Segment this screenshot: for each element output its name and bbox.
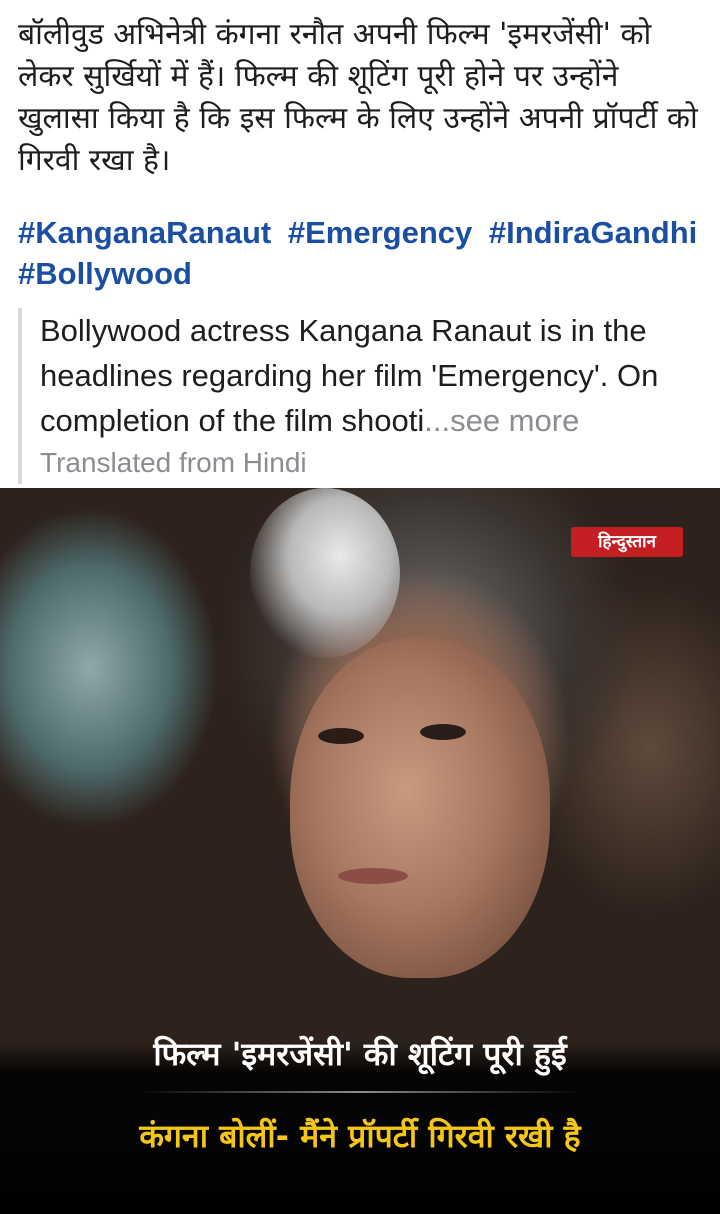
photo-lips: [338, 868, 408, 884]
hashtag-kangana-ranaut[interactable]: #KanganaRanaut: [18, 215, 271, 250]
photo-caption-line1: फिल्म 'इमरजेंसी' की शूटिंग पूरी हुई: [153, 1035, 567, 1073]
photo-face: [290, 638, 550, 978]
caption-divider: [140, 1091, 580, 1093]
translation-block: Bollywood actress Kangana Ranaut is in t…: [18, 308, 708, 484]
photo-left-eye: [318, 728, 364, 744]
see-more-link[interactable]: ...see more: [424, 403, 579, 438]
post-text: बॉलीवुड अभिनेत्री कंगना रनौत अपनी फिल्म …: [18, 17, 698, 178]
hashtag-list: #KanganaRanaut #Emergency #IndiraGandhi …: [18, 212, 718, 294]
hindustan-brand-badge: हिन्दुस्तान: [571, 527, 683, 557]
photo-right-eye: [420, 724, 466, 740]
hashtag-bollywood[interactable]: #Bollywood: [18, 256, 192, 291]
translated-from-label[interactable]: Translated from Hindi: [40, 443, 708, 483]
post-photo[interactable]: हिन्दुस्तान फिल्म 'इमरजेंसी' की शूटिंग प…: [0, 488, 720, 1214]
hashtag-emergency[interactable]: #Emergency: [288, 215, 472, 250]
hashtag-indira-gandhi[interactable]: #IndiraGandhi: [489, 215, 697, 250]
photo-hair: [250, 488, 400, 658]
translated-text: Bollywood actress Kangana Ranaut is in t…: [40, 308, 708, 443]
photo-caption-line2: कंगना बोलीं- मैंने प्रॉपर्टी गिरवी रखी ह…: [139, 1117, 581, 1155]
